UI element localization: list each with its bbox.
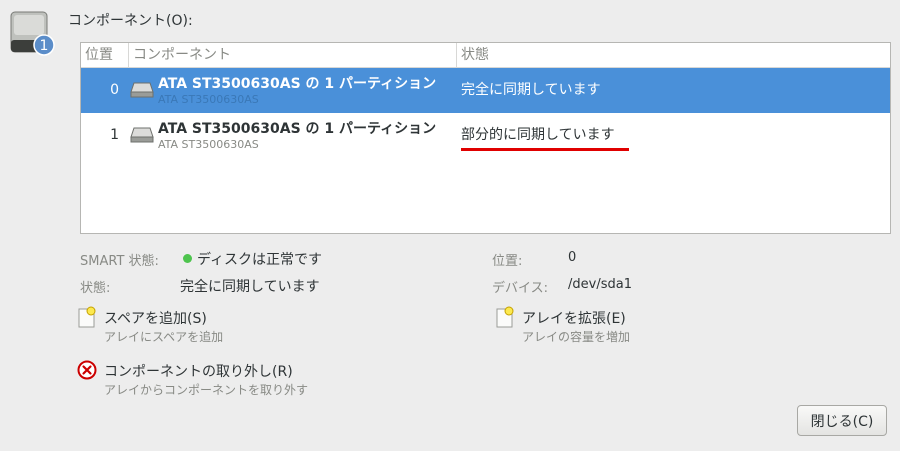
device-value: /dev/sda1	[568, 277, 632, 292]
component-state: 完全に同期しています	[461, 82, 601, 98]
component-state: 部分的に同期しています	[461, 127, 615, 143]
component-model: ATA ST3500630AS	[158, 93, 259, 106]
smart-status-label: SMART 状態:	[80, 254, 159, 269]
harddisk-icon	[130, 82, 154, 98]
annotation-underline	[461, 148, 629, 151]
remove-component-title[interactable]: コンポーネントの取り外し(R)	[104, 361, 293, 381]
harddisk-icon	[130, 127, 154, 143]
components-label: コンポーネント(O):	[68, 13, 193, 29]
table-row[interactable]: 0 ATA ST3500630AS の 1 パーティション ATA ST3500…	[81, 68, 890, 113]
smart-status-text: ディスクは正常です	[197, 252, 323, 268]
green-dot-icon	[183, 254, 192, 263]
position-label: 位置:	[492, 254, 523, 269]
position-value: 0	[568, 250, 577, 265]
new-document-icon	[495, 306, 515, 328]
add-spare-subtitle: アレイにスペアを追加	[104, 330, 224, 344]
smart-status-value: ディスクは正常です	[183, 249, 322, 269]
column-component[interactable]: コンポーネント	[128, 43, 457, 67]
expand-array-subtitle: アレイの容量を増加	[522, 330, 631, 344]
state-label: 状態:	[80, 281, 111, 296]
state-value: 完全に同期しています	[180, 279, 320, 295]
new-document-icon	[77, 306, 97, 328]
table-row[interactable]: 1 ATA ST3500630AS の 1 パーティション ATA ST3500…	[81, 113, 890, 158]
expand-array-title[interactable]: アレイを拡張(E)	[522, 308, 626, 328]
add-spare-title[interactable]: スペアを追加(S)	[104, 308, 207, 328]
component-name: ATA ST3500630AS の 1 パーティション	[158, 76, 437, 92]
column-state[interactable]: 状態	[456, 43, 891, 67]
column-position[interactable]: 位置	[85, 43, 119, 67]
component-model: ATA ST3500630AS	[158, 138, 259, 151]
remove-circle-icon	[77, 360, 97, 382]
components-table[interactable]: 位置 コンポーネント 状態 0 ATA ST3500630AS の 1 パーティ…	[80, 42, 891, 234]
row-position: 0	[110, 82, 119, 98]
raid-disk-icon: 1	[8, 8, 58, 58]
component-name: ATA ST3500630AS の 1 パーティション	[158, 121, 437, 137]
table-header: 位置 コンポーネント 状態	[81, 43, 890, 68]
badge-number: 1	[40, 38, 49, 54]
device-label: デバイス:	[492, 281, 548, 296]
row-position: 1	[110, 127, 119, 143]
close-button[interactable]: 閉じる(C)	[797, 405, 887, 436]
remove-component-subtitle: アレイからコンポーネントを取り外す	[104, 383, 309, 397]
